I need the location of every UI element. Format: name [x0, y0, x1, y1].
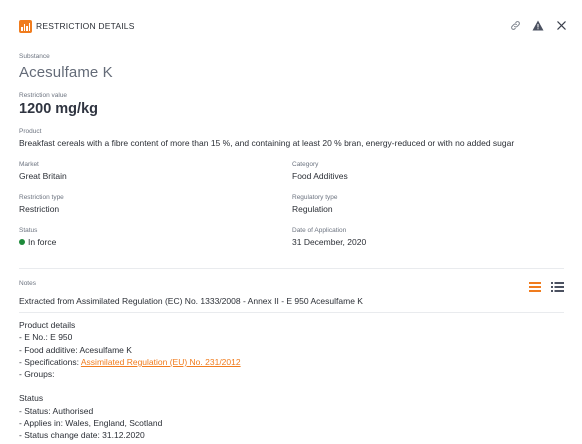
substance-value: Acesulfame K	[19, 64, 113, 81]
panel-header: RESTRICTION DETAILS	[0, 0, 582, 52]
notes-view-toggle	[528, 280, 564, 294]
restriction-value-section: Restriction value 1200 mg/kg	[19, 92, 98, 117]
chart-icon	[19, 20, 32, 33]
header-actions	[508, 18, 568, 32]
market-value: Great Britain	[19, 171, 67, 181]
warning-icon[interactable]	[531, 18, 545, 32]
close-icon[interactable]	[554, 18, 568, 32]
substance-label: Substance	[19, 53, 50, 60]
restriction-value: 1200 mg/kg	[19, 101, 98, 117]
restriction-value-label: Restriction value	[19, 92, 68, 99]
restriction-type-field: Restriction type Restriction	[19, 194, 279, 214]
status-field: Status In force	[19, 227, 279, 247]
compact-view-icon[interactable]	[528, 280, 542, 294]
product-section: Product Breakfast cereals with a fibre c…	[19, 128, 579, 148]
date-of-application-label: Date of Application	[292, 227, 347, 234]
substance-section: Substance Acesulfame K	[19, 53, 113, 81]
notes-label: Notes	[19, 280, 36, 287]
category-label: Category	[292, 161, 319, 168]
link-icon[interactable]	[508, 18, 522, 32]
specifications-link[interactable]: Assimilated Regulation (EU) No. 231/2012	[81, 357, 241, 367]
product-value: Breakfast cereals with a fibre content o…	[19, 138, 515, 148]
date-of-application-value: 31 December, 2020	[292, 237, 367, 247]
restriction-type-value: Restriction	[19, 204, 60, 214]
notes-divider	[19, 312, 564, 313]
market-field: Market Great Britain	[19, 161, 279, 181]
category-value: Food Additives	[292, 171, 348, 181]
regulatory-type-label: Regulatory type	[292, 194, 338, 201]
notes-text: Extracted from Assimilated Regulation (E…	[19, 296, 363, 306]
specifications-line: - Specifications: Assimilated Regulation…	[19, 356, 241, 368]
market-label: Market	[19, 161, 39, 168]
regulatory-type-field: Regulatory type Regulation	[292, 194, 552, 214]
product-label: Product	[19, 128, 42, 135]
regulatory-type-value: Regulation	[292, 204, 333, 214]
food-additive-line: - Food additive: Acesulfame K	[19, 344, 132, 355]
section-divider	[19, 268, 564, 269]
status-dot-icon	[19, 239, 25, 245]
groups-line: - Groups:	[19, 369, 55, 380]
list-view-icon[interactable]	[550, 280, 564, 294]
status-value: In force	[28, 237, 57, 247]
status-value-row: In force	[19, 237, 279, 247]
status-title: Status	[19, 393, 44, 404]
status-label: Status	[19, 227, 38, 234]
status-line: - Status: Authorised	[19, 405, 94, 416]
product-details: Product details - E No.: E 950 - Food ad…	[19, 319, 241, 442]
product-details-title: Product details	[19, 320, 76, 330]
restriction-type-label: Restriction type	[19, 194, 64, 201]
e-number-line: - E No.: E 950	[19, 332, 73, 343]
date-of-application-field: Date of Application 31 December, 2020	[292, 227, 552, 247]
status-change-line: - Status change date: 31.12.2020	[19, 430, 145, 441]
category-field: Category Food Additives	[292, 161, 552, 181]
panel-title: RESTRICTION DETAILS	[36, 21, 135, 31]
specifications-prefix: - Specifications:	[19, 356, 81, 367]
applies-in-line: - Applies in: Wales, England, Scotland	[19, 418, 163, 429]
